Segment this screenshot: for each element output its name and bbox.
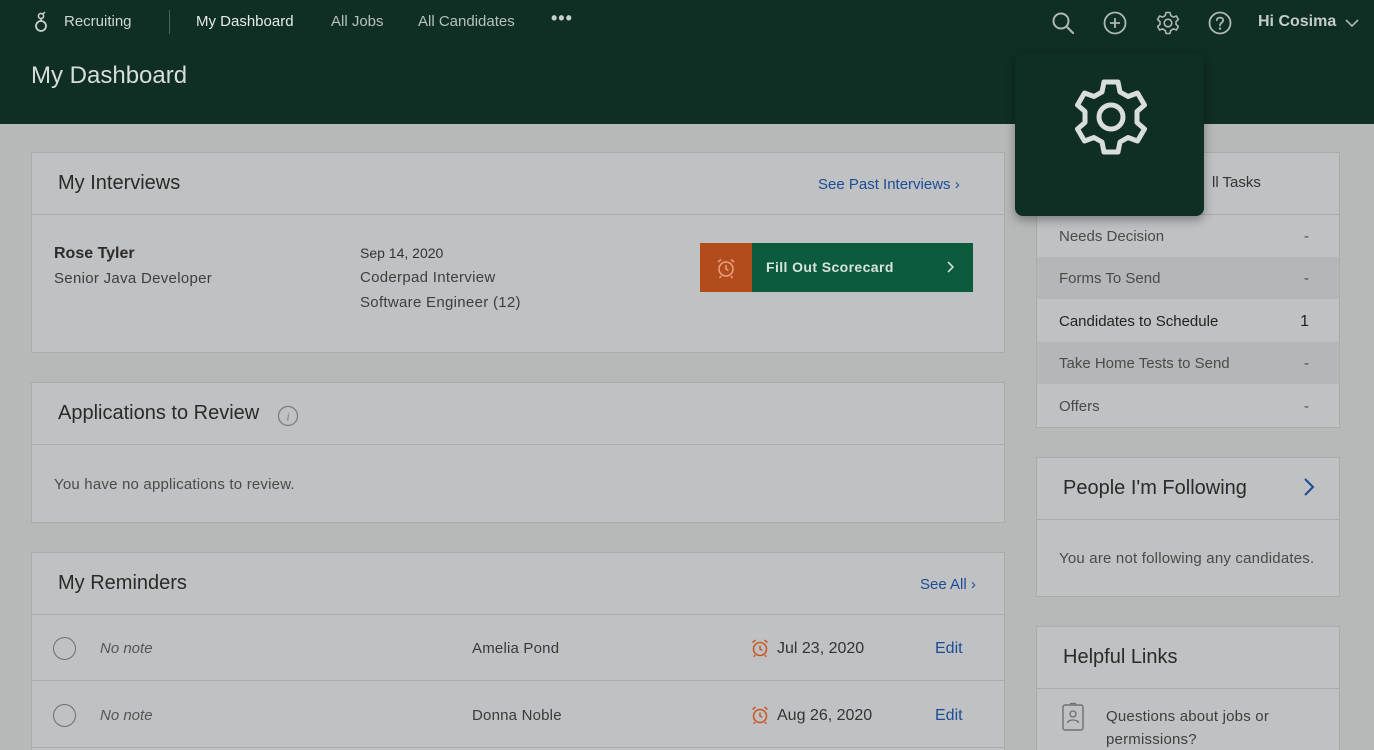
more-menu-button[interactable]: ••• bbox=[551, 8, 573, 29]
reminder-date: Aug 26, 2020 bbox=[777, 707, 873, 724]
task-row-take-home-tests[interactable]: Take Home Tests to Send - bbox=[1037, 342, 1339, 384]
info-icon[interactable]: i bbox=[277, 405, 299, 427]
task-row-offers[interactable]: Offers - bbox=[1037, 385, 1339, 427]
my-reminders-card: My Reminders See All › No note Amelia Po… bbox=[31, 552, 1005, 750]
interview-job: Software Engineer (12) bbox=[360, 294, 521, 311]
task-count: - bbox=[1304, 270, 1309, 287]
svg-text:i: i bbox=[286, 410, 289, 424]
add-circle-icon[interactable] bbox=[1102, 10, 1128, 36]
settings-highlight-popover[interactable] bbox=[1015, 53, 1204, 216]
alarm-icon bbox=[717, 258, 735, 279]
document-icon bbox=[1062, 702, 1084, 731]
reminder-row: No note Donna Noble Aug 26, 2020 Edit bbox=[32, 682, 1004, 748]
task-label: Candidates to Schedule bbox=[1059, 313, 1219, 330]
nav-all-jobs[interactable]: All Jobs bbox=[331, 13, 384, 30]
card-header: My Interviews See Past Interviews › bbox=[32, 153, 1004, 215]
scorecard-button-label: Fill Out Scorecard bbox=[766, 259, 894, 275]
alarm-icon bbox=[752, 706, 768, 725]
applications-title: Applications to Review bbox=[58, 402, 260, 424]
reminder-edit-link[interactable]: Edit bbox=[935, 640, 963, 658]
nav-all-candidates[interactable]: All Candidates bbox=[418, 13, 515, 30]
chevron-down-icon[interactable] bbox=[1344, 17, 1360, 29]
helpful-links-title: Helpful Links bbox=[1063, 646, 1178, 668]
card-header: Helpful Links bbox=[1037, 627, 1339, 689]
reminder-date: Jul 23, 2020 bbox=[777, 640, 865, 657]
task-label: Forms To Send bbox=[1059, 270, 1161, 287]
all-tasks-link[interactable]: ll Tasks bbox=[1212, 174, 1261, 191]
reminder-row: No note Amelia Pond Jul 23, 2020 Edit bbox=[32, 615, 1004, 681]
task-row-forms-to-send[interactable]: Forms To Send - bbox=[1037, 257, 1339, 299]
greenhouse-logo-icon[interactable] bbox=[32, 11, 50, 33]
task-count: - bbox=[1304, 398, 1309, 415]
interview-type: Coderpad Interview bbox=[360, 269, 496, 286]
fill-out-scorecard-button[interactable]: Fill Out Scorecard bbox=[700, 243, 973, 292]
task-label: Needs Decision bbox=[1059, 228, 1165, 245]
following-empty-message: You are not following any candidates. bbox=[1059, 550, 1315, 567]
gear-icon bbox=[1075, 79, 1147, 155]
people-following-card: People I'm Following You are not followi… bbox=[1036, 457, 1340, 597]
scorecard-alarm-area bbox=[700, 243, 752, 292]
task-row-needs-decision[interactable]: Needs Decision - bbox=[1037, 215, 1339, 257]
search-icon[interactable] bbox=[1050, 10, 1076, 36]
page-title: My Dashboard bbox=[31, 62, 188, 89]
nav-divider bbox=[169, 10, 170, 34]
task-row-candidates-to-schedule[interactable]: Candidates to Schedule 1 bbox=[1037, 300, 1339, 342]
reminder-edit-link[interactable]: Edit bbox=[935, 707, 963, 725]
top-navigation: Recruiting My Dashboard All Jobs All Can… bbox=[0, 0, 1374, 44]
helpful-links-card: Helpful Links Questions about jobs or pe… bbox=[1036, 626, 1340, 750]
reminder-complete-radio[interactable] bbox=[53, 637, 76, 660]
applications-to-review-card: Applications to Review i You have no app… bbox=[31, 382, 1005, 523]
help-circle-icon[interactable] bbox=[1207, 10, 1233, 36]
interview-candidate-role: Senior Java Developer bbox=[54, 270, 213, 287]
see-all-reminders-link[interactable]: See All › bbox=[920, 576, 976, 593]
reminder-candidate[interactable]: Amelia Pond bbox=[472, 640, 559, 657]
reminder-candidate[interactable]: Donna Noble bbox=[472, 707, 562, 724]
chevron-right-icon[interactable] bbox=[1302, 476, 1316, 498]
card-header: Applications to Review i bbox=[32, 383, 1004, 445]
interview-date: Sep 14, 2020 bbox=[360, 245, 444, 261]
alarm-icon bbox=[752, 639, 768, 658]
brand-label[interactable]: Recruiting bbox=[64, 13, 132, 30]
chevron-right-icon bbox=[947, 261, 955, 273]
applications-empty-message: You have no applications to review. bbox=[54, 476, 295, 493]
gear-icon[interactable] bbox=[1155, 10, 1181, 36]
helpful-link-jobs-permissions[interactable]: Questions about jobs or permissions? bbox=[1106, 705, 1316, 750]
card-header: My Reminders See All › bbox=[32, 553, 1004, 615]
people-following-title: People I'm Following bbox=[1063, 477, 1247, 499]
my-interviews-card: My Interviews See Past Interviews › Rose… bbox=[31, 152, 1005, 353]
my-reminders-title: My Reminders bbox=[58, 572, 187, 594]
task-count: - bbox=[1304, 355, 1309, 372]
reminder-note: No note bbox=[100, 707, 153, 724]
task-label: Take Home Tests to Send bbox=[1059, 355, 1230, 372]
task-count: - bbox=[1304, 228, 1309, 245]
nav-my-dashboard[interactable]: My Dashboard bbox=[196, 13, 294, 30]
task-count: 1 bbox=[1300, 313, 1309, 330]
my-interviews-title: My Interviews bbox=[58, 172, 181, 194]
interview-candidate-name[interactable]: Rose Tyler bbox=[54, 245, 135, 263]
reminder-complete-radio[interactable] bbox=[53, 704, 76, 727]
card-header: People I'm Following bbox=[1037, 458, 1339, 520]
task-label: Offers bbox=[1059, 398, 1100, 415]
user-menu-greeting[interactable]: Hi Cosima bbox=[1258, 13, 1336, 31]
reminder-note: No note bbox=[100, 640, 153, 657]
see-past-interviews-link[interactable]: See Past Interviews › bbox=[818, 176, 960, 193]
